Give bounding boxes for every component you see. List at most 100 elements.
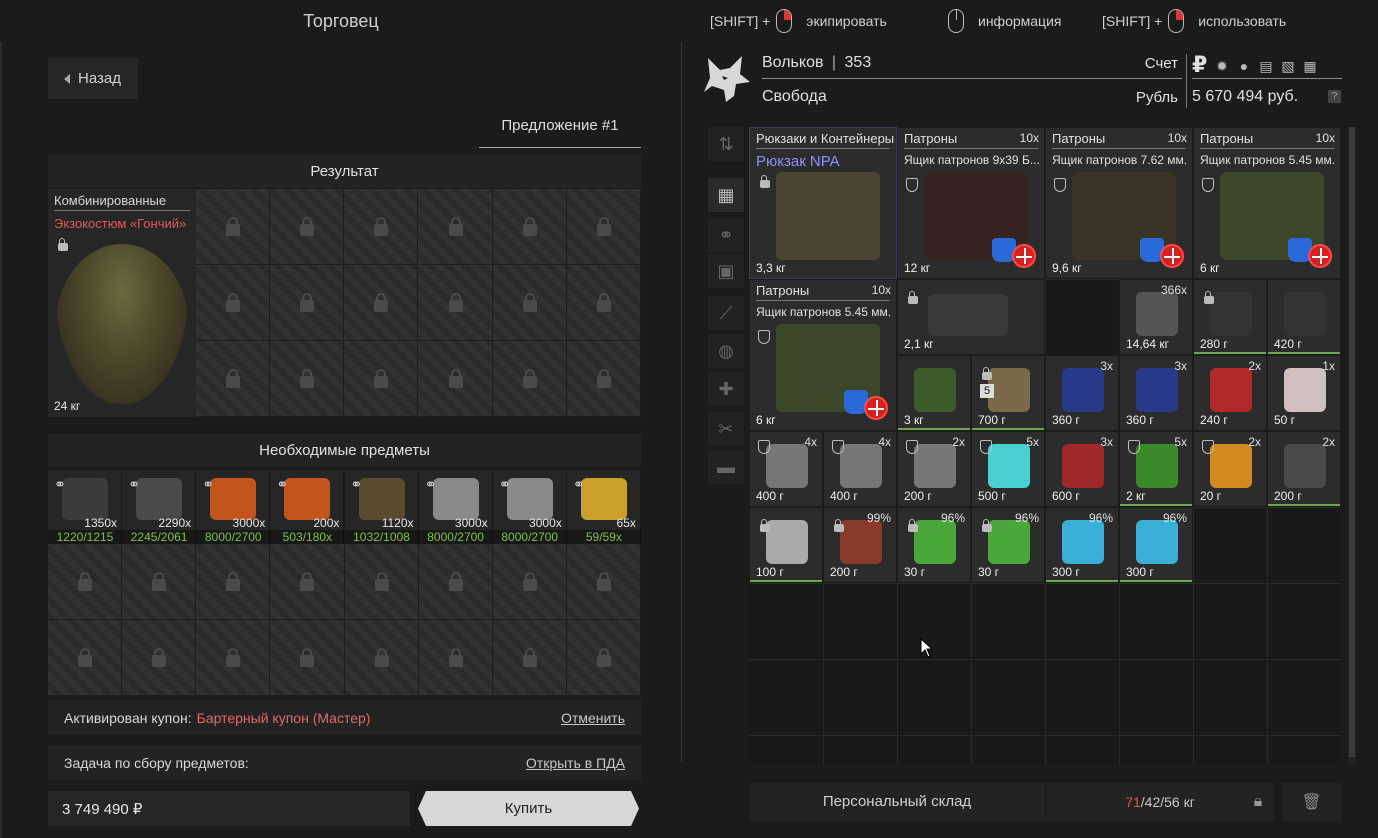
coin-currency-icon[interactable]: ●	[1236, 58, 1252, 74]
crystal-artifact-item[interactable]: 96% 300 г	[1119, 507, 1193, 583]
panel-divider	[681, 42, 682, 762]
syringe-item[interactable]: 4x 400 г	[823, 431, 897, 507]
locked-slot	[196, 265, 271, 341]
backpack-item[interactable]: Рюкзаки и Контейнеры Рюкзак NPA 3,3 кг	[749, 127, 897, 279]
item-condition: 96%	[1014, 511, 1039, 525]
item-image	[358, 478, 405, 520]
filter-tools[interactable]: ✂	[708, 412, 744, 446]
lock-icon	[760, 519, 770, 532]
ammo-box-item[interactable]: Патроны Ящик патронов 5.45 мм... 10x 6 кг	[1193, 127, 1341, 279]
device-item[interactable]: ⚭ 1120x 1032/1008	[344, 470, 419, 544]
canned-food-item[interactable]: 2x 240 г	[1193, 355, 1267, 431]
item-weight: 100 г	[756, 565, 784, 579]
item-weight: 3,3 кг	[756, 261, 786, 275]
lock-icon	[226, 293, 241, 312]
sort-filter[interactable]: ⇅	[708, 127, 744, 161]
syringe-item[interactable]: 4x 400 г	[749, 431, 823, 507]
cancel-coupon-link[interactable]: Отменить	[561, 710, 625, 726]
filter-armor[interactable]: ▣	[708, 254, 744, 288]
item-image	[914, 520, 956, 564]
required-progress: 1032/1008	[344, 530, 419, 544]
scope-item[interactable]: 280 г	[1193, 279, 1267, 355]
vial-item[interactable]: ⚭ 65x 59/59x	[566, 470, 641, 544]
first-aid-kit-item[interactable]: 3x 600 г	[1045, 431, 1119, 507]
bag-item[interactable]: 100 г	[749, 507, 823, 583]
detector-item[interactable]: 3 кг	[897, 355, 971, 431]
item-underline	[1200, 148, 1334, 149]
document-currency-icon[interactable]: ▤	[1258, 58, 1274, 74]
left-edge	[0, 42, 2, 838]
filter-misc[interactable]: ▬	[708, 450, 744, 484]
ruble-icon[interactable]: ₽	[1192, 52, 1207, 78]
crystal-artifact-item[interactable]: 96% 300 г	[1045, 507, 1119, 583]
canned-food-item[interactable]: 3x 360 г	[1119, 355, 1193, 431]
fern-item[interactable]: ⚭ 3000x 8000/2700	[196, 470, 271, 544]
gear-currency-icon[interactable]: ✹	[1214, 58, 1230, 74]
magazine-item[interactable]: 5 700 г	[971, 355, 1045, 431]
ammo-pile-item[interactable]: 366x 14,64 кг	[1119, 279, 1193, 355]
ore-item[interactable]: ⚭ 3000x 8000/2700	[418, 470, 493, 544]
lock-icon	[596, 369, 611, 388]
item-weight: 300 г	[1052, 565, 1080, 579]
shield-icon	[906, 440, 918, 454]
tab-offer-1[interactable]: Предложение #1	[479, 110, 641, 148]
personal-storage-button[interactable]: Персональный склад	[749, 783, 1045, 821]
shield-icon	[1202, 440, 1214, 454]
filter-weapons[interactable]: ⟋	[708, 296, 744, 330]
item-weight: 50 г	[1274, 413, 1296, 427]
glowstick-item[interactable]: 5x 500 г	[971, 431, 1045, 507]
repair-kit-item[interactable]: 2x 20 г	[1193, 431, 1267, 507]
lock-icon	[226, 217, 241, 236]
scope-item[interactable]: 2,1 кг	[897, 279, 1045, 355]
result-item[interactable]: Комбинированные Экзокостюм «Гончий» 24 к…	[48, 189, 196, 417]
filter-attachments[interactable]: ⚭	[708, 218, 744, 252]
artifact-item[interactable]: 99% 200 г	[823, 507, 897, 583]
locked-slot	[492, 189, 567, 265]
shield-icon	[906, 178, 918, 192]
filter-medicine[interactable]: ✚	[708, 372, 744, 406]
trash-button[interactable]: 🗑︎	[1282, 783, 1341, 821]
item-weight: 400 г	[756, 489, 784, 503]
ore-item[interactable]: ⚭ 3000x 8000/2700	[492, 470, 567, 544]
ammo-box-item[interactable]: Патроны Ящик патронов 9x39 Б... 10x 12 кг	[897, 127, 1045, 279]
locked-slot	[418, 620, 493, 696]
voucher-currency-icon[interactable]: ▦	[1302, 58, 1318, 74]
buy-button[interactable]: Купить	[418, 791, 639, 826]
link-icon: ⚭	[572, 476, 585, 492]
filter-all[interactable]: ▦	[708, 178, 744, 212]
locked-slot	[196, 620, 271, 696]
canned-food-item[interactable]: 3x 360 г	[1045, 355, 1119, 431]
inventory-grid[interactable]: Рюкзаки и Контейнеры Рюкзак NPA 3,3 кг Патр…	[749, 127, 1341, 764]
wire-item[interactable]: ⚭ 2290x 2245/2061	[122, 470, 197, 544]
tool-item[interactable]: 2x 200 г	[1267, 431, 1341, 507]
item-weight: 6 кг	[756, 413, 776, 427]
item-image	[1136, 444, 1178, 488]
moss-item[interactable]: 96% 30 г	[971, 507, 1045, 583]
help-icon[interactable]: ?	[1328, 90, 1341, 103]
pills-item[interactable]: 1x 50 г	[1267, 355, 1341, 431]
right-mouse-icon	[776, 9, 793, 33]
syringe-item[interactable]: 2x 200 г	[897, 431, 971, 507]
ammo-box-item[interactable]: Патроны Ящик патронов 5.45 мм... 10x 6 кг	[749, 279, 897, 431]
fern-item[interactable]: ⚭ 200x 503/180x	[270, 470, 345, 544]
ticket-currency-icon[interactable]: ▧	[1280, 58, 1296, 74]
item-weight: 360 г	[1052, 413, 1080, 427]
chevron-left-icon	[64, 73, 70, 84]
item-quantity: 10x	[871, 283, 891, 297]
back-button[interactable]: Назад	[48, 58, 138, 99]
inventory-scroll-thumb[interactable]	[1349, 127, 1355, 757]
battery-item[interactable]: ⚭ 1350x 1220/1215	[48, 470, 122, 544]
link-icon: ⚭	[202, 476, 214, 492]
item-image	[1136, 292, 1178, 336]
open-in-pda-link[interactable]: Открыть в ПДА	[526, 755, 625, 771]
scope-item[interactable]: 420 г	[1267, 279, 1341, 355]
item-quantity: 1x	[1322, 359, 1335, 373]
lock-button[interactable]: 🔒︎	[1240, 783, 1276, 821]
item-description: Ящик патронов 5.45 мм...	[756, 305, 892, 319]
moss-item[interactable]: 96% 30 г	[897, 507, 971, 583]
filter-artifacts[interactable]: ◍	[708, 334, 744, 368]
ammo-box-item[interactable]: Патроны Ящик патронов 7.62 мм... 10x 9,6 кг	[1045, 127, 1193, 279]
medkit-item[interactable]: 5x 2 кг	[1119, 431, 1193, 507]
locked-slot	[196, 544, 271, 620]
item-weight: 30 г	[978, 565, 1000, 579]
